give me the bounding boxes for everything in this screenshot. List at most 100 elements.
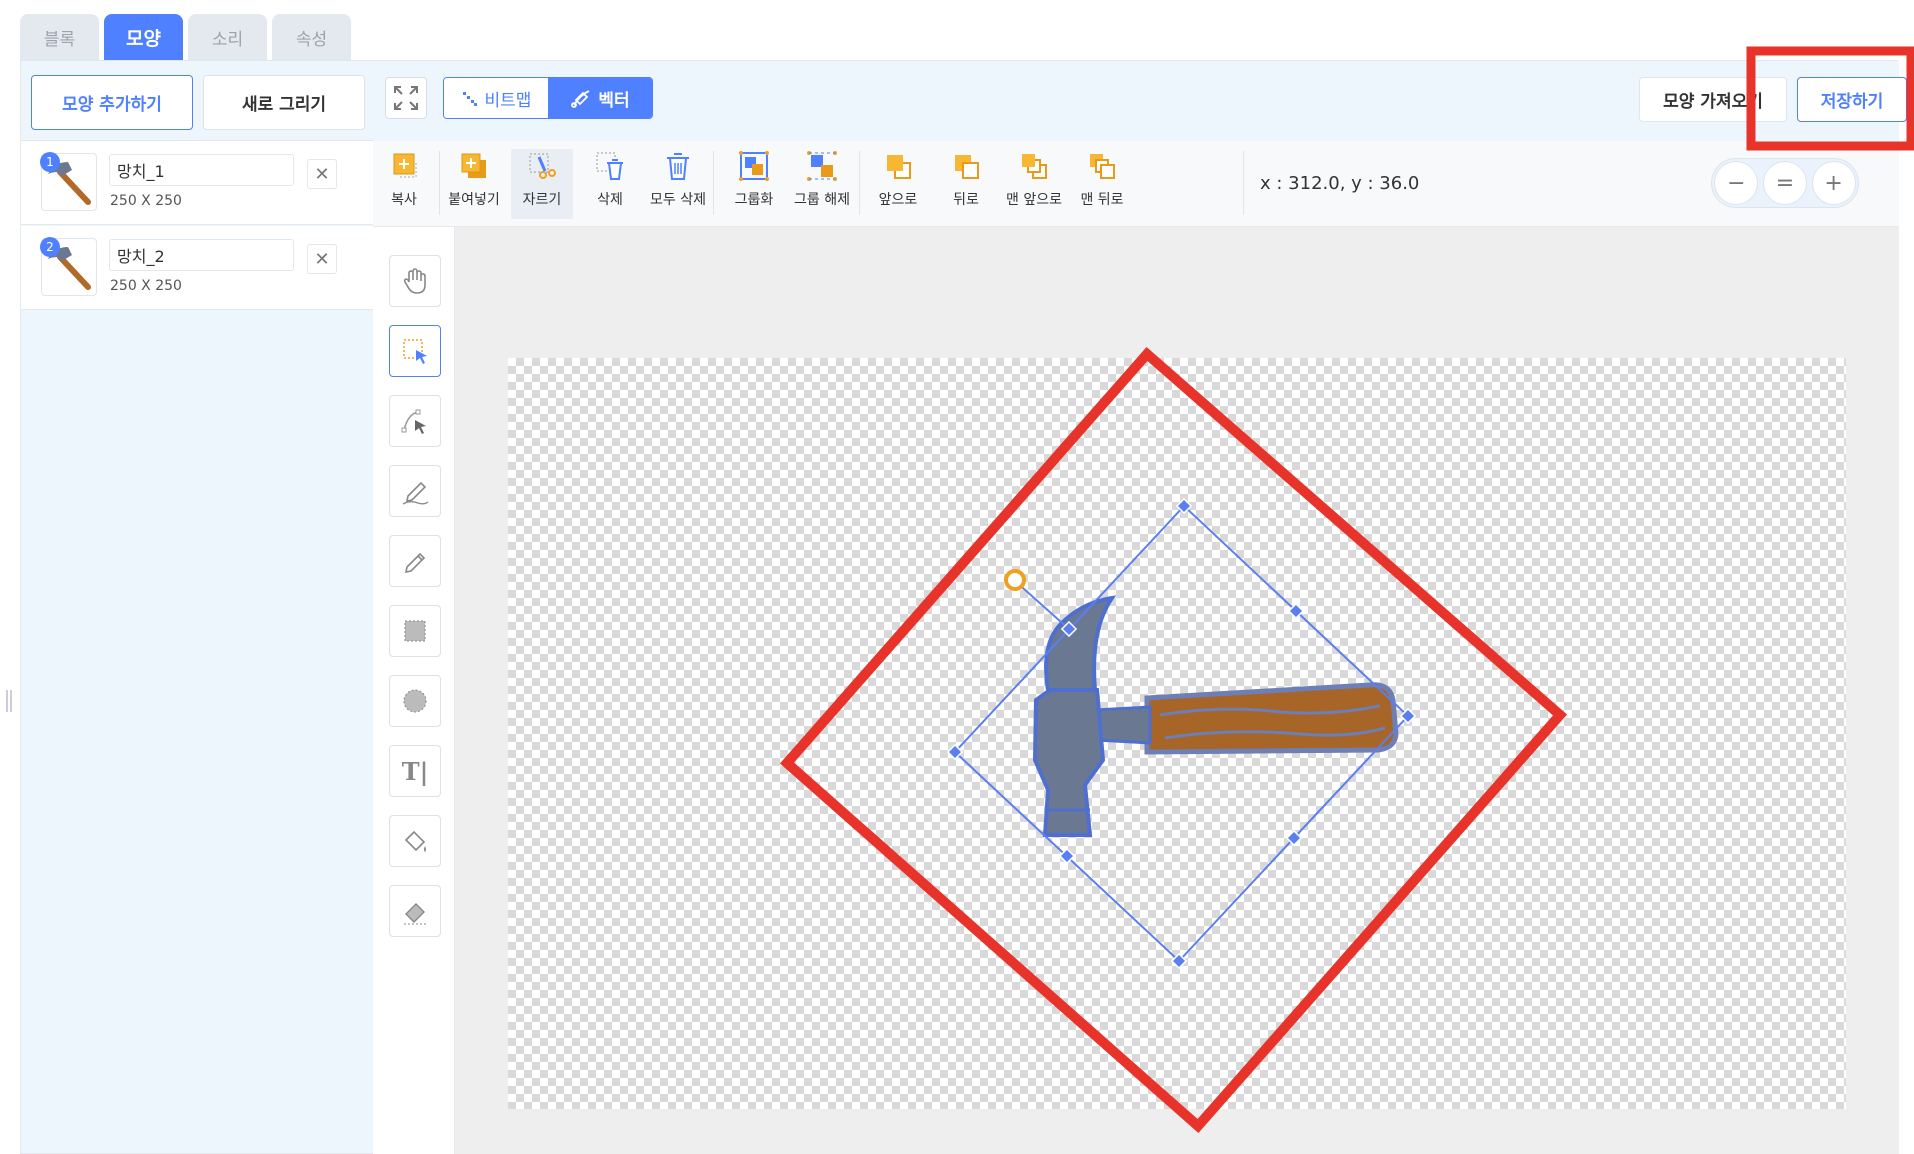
drawing-canvas[interactable] [508,358,1846,1109]
add-shape-button[interactable]: 모양 추가하기 [31,75,193,130]
eraser-icon [404,903,426,925]
delete-all-label: 모두 삭제 [650,192,706,208]
vector-mode-button[interactable]: 벡터 [548,78,652,118]
shape-list-header: 모양 추가하기 새로 그리기 [21,61,373,141]
panel-resize-handle[interactable] [6,690,12,712]
cut-tool[interactable]: 자르기 [511,149,573,219]
circle-icon [403,689,427,713]
zoom-controls: − = + [1711,158,1859,208]
select-tool[interactable] [389,325,441,377]
tab-blocks[interactable]: 블록 [20,14,99,60]
bring-forward-label: 앞으로 [878,192,918,208]
toolbar-divider [439,151,440,215]
vector-pen-icon [571,90,590,108]
bitmap-mode-label: 비트맵 [484,90,532,111]
top-tabs: 블록 모양 소리 속성 [20,14,351,60]
shape-size-label: 250 X 250 [110,278,182,294]
eraser-tool[interactable] [389,885,441,937]
pencil-icon [404,552,426,574]
shape-number-badge: 2 [40,237,60,257]
toolbar-divider [859,151,860,215]
zoom-reset-button[interactable]: = [1762,161,1807,205]
tab-sounds[interactable]: 소리 [188,14,267,60]
fullscreen-button[interactable] [385,77,427,119]
trash-all-icon [667,153,689,180]
ungroup-tool[interactable]: 그룹 해제 [791,149,853,219]
copy-icon [393,153,417,178]
draw-mode-toggle: 비트맵 벡터 [443,77,653,119]
group-label: 그룹화 [734,192,774,208]
trash-icon [596,152,623,180]
editor-header: 비트맵 벡터 모양 가져오기 저장하기 [373,61,1907,141]
import-shape-button[interactable]: 모양 가져오기 [1639,77,1787,122]
send-backward-tool[interactable]: 뒤로 [935,149,997,219]
copy-tool[interactable]: 복사 [373,149,435,219]
send-to-back-label: 맨 뒤로 [1080,192,1124,208]
vector-mode-label: 벡터 [598,90,630,111]
shape-editor-panel: 모양 추가하기 새로 그리기 1 250 X 250 ✕ 2 [20,60,1907,1154]
shape-editor-screen: 블록 모양 소리 속성 모양 추가하기 새로 그리기 1 250 X 250 ✕ [0,0,1914,1154]
bring-to-front-label: 맨 앞으로 [1006,192,1062,208]
edit-toolbar: 복사 붙여넣기 자르기 삭제 모두 삭제 그룹화 그룹 해제 앞으로 뒤로 맨 … [373,141,1899,227]
toolbar-divider [713,151,714,215]
shape-size-label: 250 X 250 [110,193,182,209]
send-backward-icon [955,155,979,179]
shape-list-item[interactable]: 1 250 X 250 ✕ [21,141,373,225]
shape-name-input[interactable] [109,154,294,186]
expand-icon [394,86,418,110]
rectangle-tool[interactable] [389,605,441,657]
copy-label: 복사 [391,192,417,208]
tab-properties[interactable]: 속성 [272,14,351,60]
select-arrow-icon [403,339,427,364]
drawing-tool-palette: T| [373,227,455,1154]
ellipse-tool[interactable] [389,675,441,727]
group-icon [739,151,769,181]
rectangle-icon [404,620,426,642]
delete-shape-button[interactable]: ✕ [307,244,337,274]
paste-label: 붙여넣기 [448,192,500,208]
zoom-out-button[interactable]: − [1714,161,1759,205]
text-tool[interactable]: T| [389,745,441,797]
save-button[interactable]: 저장하기 [1797,77,1907,122]
group-tool[interactable]: 그룹화 [723,149,785,219]
delete-label: 삭제 [597,192,623,208]
shape-thumbnail: 1 [40,152,97,211]
toolbar-divider [1243,151,1244,215]
hand-tool[interactable] [389,255,441,307]
bitmap-mode-button[interactable]: 비트맵 [444,78,548,118]
bring-to-front-icon [1022,154,1047,179]
fill-tool[interactable] [389,815,441,867]
tab-shapes[interactable]: 모양 [104,14,183,60]
zoom-in-button[interactable]: + [1811,161,1856,205]
pen-icon [402,481,429,505]
paste-tool[interactable]: 붙여넣기 [443,149,505,219]
delete-all-tool[interactable]: 모두 삭제 [647,149,709,219]
ungroup-icon [807,151,837,181]
text-tool-icon: T| [401,756,429,786]
cursor-coordinates: x : 312.0, y : 36.0 [1260,173,1420,194]
paste-icon [461,153,486,178]
paint-bucket-icon [404,830,426,852]
hand-icon [403,268,426,294]
bring-forward-tool[interactable]: 앞으로 [867,149,929,219]
pen-tool[interactable] [389,465,441,517]
node-arrow-icon [401,409,426,434]
bring-forward-icon [887,155,911,179]
send-to-back-icon [1090,154,1115,179]
delete-tool[interactable]: 삭제 [579,149,641,219]
delete-shape-button[interactable]: ✕ [307,159,337,189]
new-drawing-button[interactable]: 새로 그리기 [203,75,365,130]
cut-label: 자르기 [522,192,562,208]
bitmap-icon [462,92,477,106]
shape-name-input[interactable] [109,239,294,271]
shape-number-badge: 1 [40,152,60,172]
send-backward-label: 뒤로 [953,192,979,208]
shape-thumbnail: 2 [40,237,97,296]
ungroup-label: 그룹 해제 [794,192,850,208]
send-to-back-tool[interactable]: 맨 뒤로 [1071,149,1133,219]
pencil-tool[interactable] [389,535,441,587]
shape-list-item[interactable]: 2 250 X 250 ✕ [21,226,373,310]
node-edit-tool[interactable] [389,395,441,447]
canvas-area [455,227,1899,1154]
bring-to-front-tool[interactable]: 맨 앞으로 [1003,149,1065,219]
